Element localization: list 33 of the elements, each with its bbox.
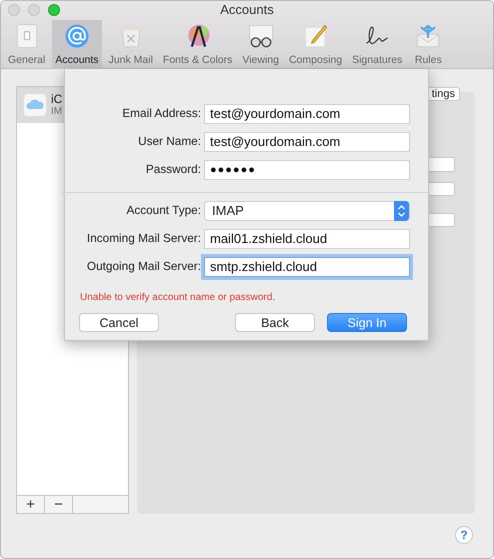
field-label: Outgoing Mail Server: bbox=[86, 258, 201, 276]
cloud-icon bbox=[23, 93, 47, 117]
input-field[interactable]: test@yourdomain.com bbox=[204, 132, 410, 152]
minimize-button[interactable] bbox=[28, 4, 40, 16]
toolbar-tab[interactable]: Accounts bbox=[52, 20, 102, 69]
account-name: iC bbox=[51, 93, 62, 106]
account-type: IM bbox=[51, 106, 62, 117]
field-label: Incoming Mail Server: bbox=[86, 230, 201, 248]
field-label: User Name: bbox=[137, 133, 201, 150]
cancel-button[interactable]: Cancel bbox=[79, 313, 159, 332]
error-message: Unable to verify account name or password. bbox=[80, 291, 276, 305]
input-field[interactable]: smtp.zshield.cloud bbox=[204, 257, 410, 277]
toolbar-tab[interactable]: Fonts & Colors bbox=[160, 20, 236, 69]
toolbar-tab[interactable]: Junk Mail bbox=[106, 20, 156, 69]
password-field[interactable]: ●●●●●● bbox=[204, 160, 410, 180]
remove-button[interactable]: − bbox=[45, 496, 73, 513]
field-label: Password: bbox=[144, 161, 201, 178]
toolbar-tab[interactable]: Composing bbox=[286, 20, 346, 69]
toolbar-tab[interactable]: Rules bbox=[409, 20, 448, 69]
field-label: Email Address: bbox=[121, 105, 201, 122]
close-button[interactable] bbox=[8, 4, 20, 16]
toolbar-tab[interactable]: Signatures bbox=[349, 20, 406, 69]
toolbar-tab[interactable]: Viewing bbox=[239, 20, 282, 69]
input-field[interactable]: mail01.zshield.cloud bbox=[204, 229, 410, 249]
toolbar-tab[interactable]: General bbox=[5, 20, 48, 69]
field-label: Account Type: bbox=[125, 202, 201, 220]
add-button[interactable]: + bbox=[17, 496, 45, 513]
account-type-select[interactable]: IMAP bbox=[204, 201, 410, 221]
back-button[interactable]: Back bbox=[235, 313, 315, 332]
help-button[interactable]: ? bbox=[455, 526, 473, 544]
zoom-button[interactable] bbox=[48, 4, 60, 16]
window-title: Accounts bbox=[220, 2, 274, 17]
input-field[interactable]: test@yourdomain.com bbox=[204, 104, 410, 124]
